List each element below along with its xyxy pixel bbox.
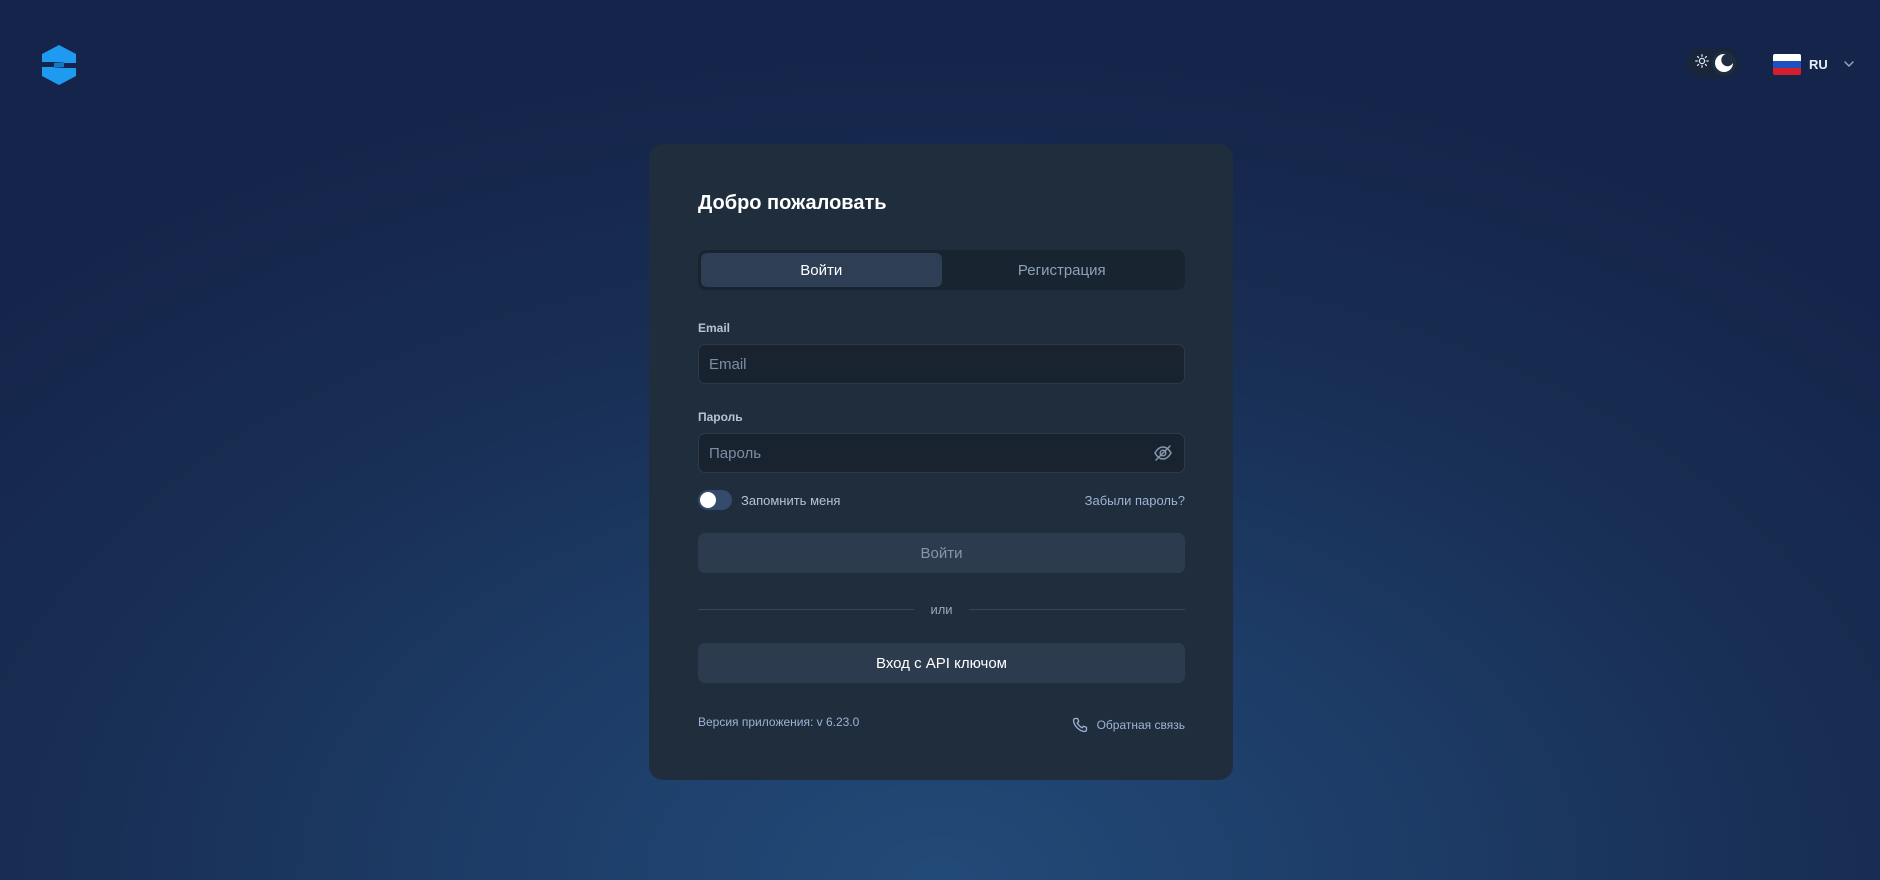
- auth-tabs: Войти Регистрация: [698, 250, 1185, 290]
- email-field-wrapper: [698, 344, 1185, 384]
- chevron-down-icon: [1844, 60, 1854, 68]
- forgot-password-link[interactable]: Забыли пароль?: [1085, 493, 1185, 508]
- tab-register[interactable]: Регистрация: [942, 253, 1183, 287]
- remember-me: Запомнить меня: [698, 490, 840, 510]
- language-selector[interactable]: RU: [1773, 52, 1854, 76]
- email-label: Email: [698, 321, 731, 335]
- remember-me-label: Запомнить меня: [741, 492, 841, 508]
- moon-icon[interactable]: [1712, 51, 1736, 75]
- toggle-knob: [700, 492, 716, 508]
- app-version: Версия приложения: v 6.23.0: [698, 715, 860, 729]
- tab-login[interactable]: Войти: [701, 253, 942, 287]
- russia-flag-icon: [1773, 53, 1801, 75]
- auth-card: Добро пожаловать Войти Регистрация Email…: [649, 144, 1233, 780]
- feedback-link[interactable]: Обратная связь: [1072, 717, 1185, 733]
- app-logo-icon[interactable]: [40, 44, 78, 86]
- feedback-label: Обратная связь: [1096, 718, 1185, 732]
- or-text: или: [930, 601, 953, 617]
- theme-toggle[interactable]: [1686, 48, 1740, 78]
- divider-line-left: [698, 608, 915, 610]
- page-title: Добро пожаловать: [698, 192, 887, 214]
- divider-line-right: [968, 608, 1186, 610]
- api-key-login-button[interactable]: Вход с API ключом: [698, 643, 1185, 683]
- email-field[interactable]: [709, 355, 1174, 373]
- login-button[interactable]: Войти: [698, 533, 1185, 573]
- phone-icon: [1072, 717, 1088, 733]
- password-field[interactable]: [709, 444, 1152, 462]
- language-code: RU: [1809, 56, 1828, 72]
- sun-icon[interactable]: [1695, 53, 1709, 73]
- password-field-wrapper: [698, 433, 1185, 473]
- eye-off-icon[interactable]: [1152, 442, 1174, 464]
- remember-me-toggle[interactable]: [698, 490, 732, 510]
- card-footer: Версия приложения: v 6.23.0 Обратная свя…: [698, 715, 1185, 735]
- login-options-row: Запомнить меня Забыли пароль?: [698, 489, 1185, 511]
- or-divider: или: [698, 601, 1186, 617]
- password-label: Пароль: [698, 410, 743, 424]
